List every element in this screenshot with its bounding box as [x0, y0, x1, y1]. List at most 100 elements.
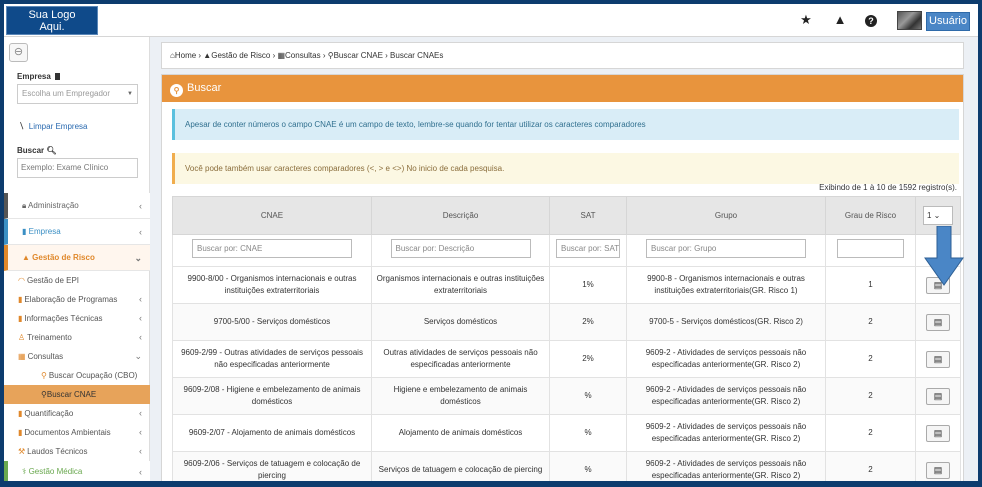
table-row: 9609-2/06 - Serviços de tatuagem e coloc… — [172, 451, 961, 481]
user-button[interactable]: Usuário — [926, 12, 970, 31]
details-button[interactable]: ▤ — [926, 313, 950, 331]
search-icon: 🔍︎ — [46, 146, 57, 155]
warning-icon[interactable]: ▲ — [833, 13, 847, 27]
details-button[interactable]: ▤ — [926, 350, 950, 368]
chevron-left-icon: ‹ — [139, 227, 142, 237]
file-icon: ▮ — [18, 409, 23, 418]
cell-grupo: 9609-2 - Atividades de serviços pessoais… — [626, 451, 826, 481]
sidebar-search-input[interactable]: Exemplo: Exame Clínico — [17, 158, 138, 178]
table-row: 9609-2/07 - Alojamento de animais domést… — [172, 414, 961, 452]
cell-grau: 2 — [825, 340, 916, 378]
logo[interactable]: Sua Logo Aqui. — [6, 6, 98, 35]
details-button[interactable]: ▤ — [926, 387, 950, 405]
avatar[interactable] — [897, 11, 922, 30]
list-icon: ▤ — [933, 464, 943, 475]
table-icon: ▦ — [277, 51, 286, 60]
cell-cnae: 9900-8/00 - Organismos internacionais e … — [172, 266, 372, 304]
cell-sat: 2% — [549, 303, 627, 341]
star-icon[interactable]: ★ — [799, 13, 813, 27]
column-header-sat[interactable]: SAT — [549, 196, 627, 235]
help-icon[interactable]: ? — [864, 13, 878, 27]
sidebar-item-empresa[interactable]: ▮ Empresa ‹ — [4, 219, 150, 245]
cell-grupo: 9609-2 - Atividades de serviços pessoais… — [626, 377, 826, 415]
chevron-left-icon: ‹ — [139, 427, 142, 437]
cell-grupo: 9609-2 - Atividades de serviços pessoais… — [626, 414, 826, 452]
sidebar-item-documentos[interactable]: ▮ Documentos Ambientais ‹ — [4, 423, 150, 442]
sidebar-item-buscar-cnae[interactable]: ⚲Buscar CNAE — [4, 385, 150, 404]
cell-grau: 1 — [825, 266, 916, 304]
collapse-sidebar-icon[interactable]: ⊖ — [9, 43, 28, 62]
sidebar-item-gestao-epi[interactable]: ◠ Gestão de EPI — [4, 271, 150, 290]
chevron-down-icon: ⌄ — [134, 253, 142, 263]
sidebar-item-quantificacao[interactable]: ▮ Quantificação ‹ — [4, 404, 150, 423]
sidebar-item-laudos[interactable]: ⚒ Laudos Técnicos ‹ — [4, 442, 150, 461]
cell-descricao: Serviços de tatuagem e colocação de pier… — [371, 451, 550, 481]
breadcrumb-buscar[interactable]: Buscar CNAE — [334, 51, 383, 60]
cell-descricao: Alojamento de animais domésticos — [371, 414, 550, 452]
building-icon: ▮ — [22, 227, 27, 236]
chevron-down-icon: ▼ — [127, 91, 133, 97]
chevron-left-icon: ‹ — [139, 467, 142, 477]
cell-descricao: Serviços domésticos — [371, 303, 550, 341]
app-window: Sua Logo Aqui. ★ ▲ ? Usuário ⊖ Empresa E… — [4, 4, 978, 481]
file-icon: ▮ — [18, 295, 23, 304]
cell-cnae: 9609-2/08 - Higiene e embelezamento de a… — [172, 377, 372, 415]
headset-icon: ◠ — [18, 276, 25, 285]
sidebar-item-elaboracao[interactable]: ▮ Elaboração de Programas ‹ — [4, 290, 150, 309]
cell-cnae: 9609-2/06 - Serviços de tatuagem e coloc… — [172, 451, 372, 481]
cell-cnae: 9609-2/07 - Alojamento de animais domést… — [172, 414, 372, 452]
top-bar: Sua Logo Aqui. ★ ▲ ? Usuário — [4, 4, 978, 37]
limpar-empresa-link[interactable]: / Limpar Empresa — [18, 121, 87, 132]
cell-descricao: Organismos internacionais e outras insti… — [371, 266, 550, 304]
breadcrumb-home[interactable]: Home — [175, 51, 196, 60]
breadcrumb-current: Buscar CNAEs — [390, 51, 444, 60]
breadcrumb-consultas[interactable]: Consultas — [285, 51, 321, 60]
list-icon: ▤ — [933, 353, 943, 364]
sidebar-item-consultas[interactable]: ▦ Consultas ⌄ — [4, 347, 150, 366]
filter-row: Buscar por: CNAE Buscar por: Descrição B… — [172, 234, 961, 267]
sidebar-item-buscar-cbo[interactable]: ⚲ Buscar Ocupação (CBO) — [4, 366, 150, 385]
details-button[interactable]: ▤ — [926, 424, 950, 442]
empresa-select[interactable]: Escolha um Empregador ▼ — [17, 84, 138, 104]
sidebar-item-gestao-medica[interactable]: ⚕ Gestão Médica ‹ — [4, 461, 150, 481]
filter-cnae-input[interactable]: Buscar por: CNAE — [192, 239, 352, 258]
chevron-left-icon: ‹ — [139, 294, 142, 304]
cell-sat: 2% — [549, 340, 627, 378]
filter-grau-input[interactable] — [837, 239, 904, 258]
empresa-label: Empresa — [17, 72, 61, 81]
panel-header: ⚲ Buscar — [162, 75, 963, 102]
column-header-grau[interactable]: Grau de Risco — [825, 196, 916, 235]
file-icon: ▮ — [18, 428, 23, 437]
cell-sat: % — [549, 451, 627, 481]
table-icon: ▦ — [18, 352, 26, 361]
warning-icon: ▲ — [22, 253, 30, 262]
sidebar-item-informacoes[interactable]: ▮ Informações Técnicas ‹ — [4, 309, 150, 328]
cell-grau: 2 — [825, 414, 916, 452]
cell-grau: 2 — [825, 303, 916, 341]
breadcrumb-gestao[interactable]: Gestão de Risco — [211, 51, 270, 60]
sidebar-item-gestao-risco[interactable]: ▲ Gestão de Risco ⌄ — [4, 245, 150, 271]
person-icon: ♙ — [18, 333, 26, 342]
cell-descricao: Outras atividades de serviços pessoais n… — [371, 340, 550, 378]
folder-icon: ▮ — [18, 314, 23, 323]
search-icon: ⚲ — [41, 371, 47, 380]
column-header-descricao[interactable]: Descrição — [371, 196, 550, 235]
search-icon: ⚲ — [170, 84, 183, 97]
list-icon: ▤ — [933, 390, 943, 401]
details-button[interactable]: ▤ — [926, 461, 950, 479]
logo-line-2: Aqui. — [39, 21, 65, 33]
chevron-down-icon: ⌄ — [134, 351, 142, 361]
column-header-grupo[interactable]: Grupo — [626, 196, 826, 235]
cell-sat: % — [549, 414, 627, 452]
cell-grupo: 9900-8 - Organismos internacionais e out… — [626, 266, 826, 304]
stethoscope-icon: ⚕ — [22, 467, 27, 476]
column-header-cnae[interactable]: CNAE — [172, 196, 372, 235]
table-row: 9700-5/00 - Serviços domésticos Serviços… — [172, 303, 961, 341]
sidebar-item-treinamento[interactable]: ♙ Treinamento ‹ — [4, 328, 150, 347]
page-length-select[interactable]: 1 ⌄ — [923, 206, 953, 225]
filter-grupo-input[interactable]: Buscar por: Grupo — [646, 239, 806, 258]
filter-descricao-input[interactable]: Buscar por: Descrição — [390, 239, 531, 258]
warning-alert: Você pode também usar caracteres compara… — [172, 153, 959, 184]
filter-sat-input[interactable]: Buscar por: SAT — [556, 239, 620, 258]
sidebar-item-administracao[interactable]: 🔒︎ Administração ‹ — [4, 193, 150, 219]
